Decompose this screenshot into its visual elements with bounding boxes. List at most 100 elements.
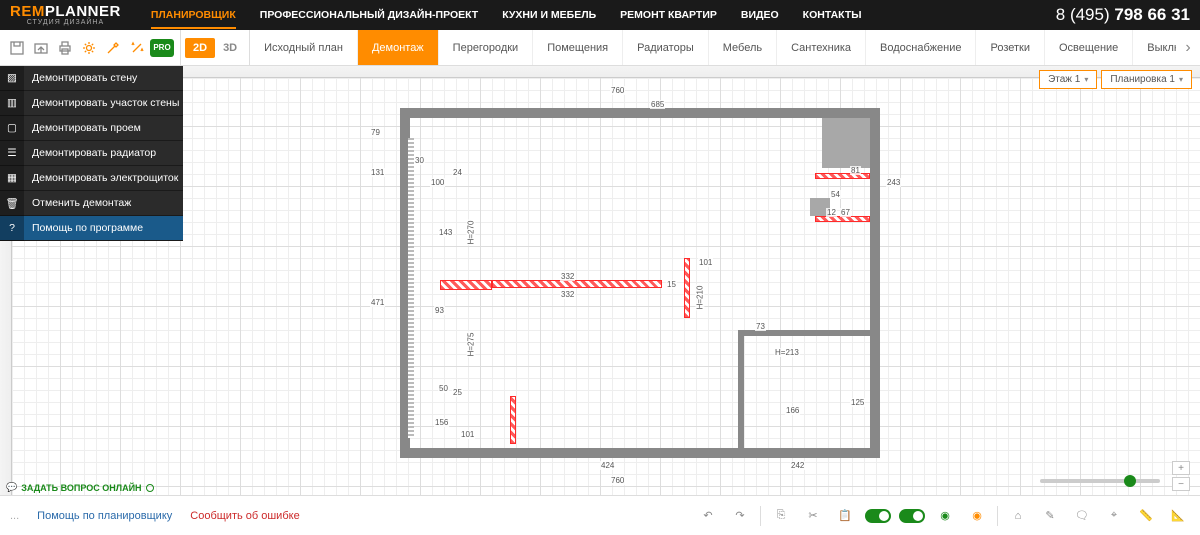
toggle-2[interactable] [899, 509, 925, 523]
tab-water[interactable]: Водоснабжение [866, 30, 976, 65]
nav-video[interactable]: ВИДЕО [741, 9, 779, 21]
tool-demolish-panel[interactable]: ▦Демонтировать электрощиток [0, 166, 183, 191]
zoom-slider[interactable] [1040, 479, 1160, 483]
zoom-slider-thumb[interactable] [1124, 475, 1136, 487]
dim-25: 25 [452, 388, 463, 397]
radiator-icon: ☰ [0, 141, 24, 166]
phone-number[interactable]: 8 (495) 798 66 31 [1056, 5, 1190, 25]
tab-radiators[interactable]: Радиаторы [623, 30, 709, 65]
ruler-icon[interactable]: 📏 [1134, 504, 1158, 528]
settings-icon[interactable] [78, 37, 100, 59]
bottom-links: ... Помощь по планировщику Сообщить об о… [10, 510, 300, 522]
tool-demolish-wall-part[interactable]: ▥Демонтировать участок стены [0, 91, 183, 116]
tool-demolish-opening[interactable]: ▢Демонтировать проем [0, 116, 183, 141]
tab-sockets[interactable]: Розетки [976, 30, 1045, 65]
open-icon[interactable] [30, 37, 52, 59]
dim-332a: 332 [560, 272, 575, 281]
magic-icon[interactable] [126, 37, 148, 59]
wall-right [870, 108, 880, 458]
dim-243: 243 [886, 178, 901, 187]
redo-icon[interactable]: ↷ [728, 504, 752, 528]
dim-760-bottom: 760 [610, 476, 625, 485]
tab-rooms[interactable]: Помещения [533, 30, 623, 65]
help-icon: ? [0, 216, 24, 241]
print-icon[interactable] [54, 37, 76, 59]
tab-plumbing[interactable]: Сантехника [777, 30, 866, 65]
demolition-segment-3[interactable] [684, 258, 690, 318]
tool-undo-demolition[interactable]: 🗑Отменить демонтаж [0, 191, 183, 216]
target-icon[interactable]: ⌖ [1102, 504, 1126, 528]
demolition-segment-1[interactable] [440, 280, 492, 290]
zoom-out[interactable]: − [1172, 477, 1190, 491]
nav-kitchen[interactable]: КУХНИ И МЕБЕЛЬ [502, 9, 596, 21]
demolition-segment-2[interactable] [492, 280, 662, 288]
home-icon[interactable]: ⌂ [1006, 504, 1030, 528]
online-chat-link[interactable]: 💬 ЗАДАТЬ ВОПРОС ОНЛАЙН [6, 482, 154, 493]
column-tr [822, 118, 870, 168]
nav-renovation[interactable]: РЕМОНТ КВАРТИР [620, 9, 717, 21]
dim-73: 73 [755, 322, 766, 331]
top-nav: REMPLANNER СТУДИЯ ДИЗАЙНА ПЛАНИРОВЩИК ПР… [0, 0, 1200, 30]
layout-dropdown[interactable]: Планировка 1 [1101, 70, 1192, 89]
save-icon[interactable] [6, 37, 28, 59]
panel-icon: ▦ [0, 166, 24, 191]
tab-lighting[interactable]: Освещение [1045, 30, 1133, 65]
dim-15: 15 [666, 280, 677, 289]
dim-12: 12 [826, 208, 837, 217]
main-nav: ПЛАНИРОВЩИК ПРОФЕССИОНАЛЬНЫЙ ДИЗАЙН-ПРОЕ… [151, 9, 862, 21]
dim-156: 156 [434, 418, 449, 427]
bottom-more[interactable]: ... [10, 510, 19, 522]
bottom-help-link[interactable]: Помощь по планировщику [37, 510, 172, 522]
dim-h270: H=270 [466, 220, 475, 246]
dim-125: 125 [850, 398, 865, 407]
dim-471: 471 [370, 298, 385, 307]
tabs-scroll-right[interactable]: › [1176, 30, 1200, 65]
toggle-1[interactable] [865, 509, 891, 523]
dim-h213: H=213 [774, 348, 800, 357]
tab-switches[interactable]: Выключатели [1133, 30, 1176, 65]
logo[interactable]: REMPLANNER СТУДИЯ ДИЗАЙНА [10, 4, 121, 26]
floor-dropdown[interactable]: Этаж 1 [1039, 70, 1097, 89]
bottom-toolbar: ↶ ↷ ⎘ ✂ 📋 ◉ ◉ ⌂ ✎ 🗨 ⌖ 📏 📐 [696, 504, 1190, 528]
tab-furniture[interactable]: Мебель [709, 30, 777, 65]
tool-demolish-wall[interactable]: ▨Демонтировать стену [0, 66, 183, 91]
view-2d[interactable]: 2D [185, 38, 215, 58]
pro-badge[interactable]: PRO [150, 39, 174, 57]
dim-424: 424 [600, 461, 615, 470]
tool-demolish-radiator[interactable]: ☰Демонтировать радиатор [0, 141, 183, 166]
tab-demolition[interactable]: Демонтаж [358, 30, 439, 65]
dim-93: 93 [434, 306, 445, 315]
view-toggle: 2D 3D [181, 30, 250, 65]
demolition-segment-4[interactable] [815, 173, 870, 179]
comment-icon[interactable]: 🗨 [1070, 504, 1094, 528]
opt-icon-1[interactable]: ◉ [933, 504, 957, 528]
tools-icon[interactable] [102, 37, 124, 59]
dim-101r: 101 [698, 258, 713, 267]
bottom-report-link[interactable]: Сообщить об ошибке [190, 510, 299, 522]
dim-79: 79 [370, 128, 381, 137]
copy-icon[interactable]: ⎘ [769, 504, 793, 528]
opt-icon-2[interactable]: ◉ [965, 504, 989, 528]
top-right-dropdowns: Этаж 1 Планировка 1 [1039, 70, 1192, 89]
nav-planner[interactable]: ПЛАНИРОВЩИК [151, 9, 236, 21]
nav-contacts[interactable]: КОНТАКТЫ [803, 9, 862, 21]
nav-design-project[interactable]: ПРОФЕССИОНАЛЬНЫЙ ДИЗАЙН-ПРОЕКТ [260, 9, 478, 21]
online-status-dot [146, 484, 154, 492]
dim-50: 50 [438, 384, 449, 393]
zoom-in[interactable]: + [1172, 461, 1190, 475]
undo-icon[interactable]: ↶ [696, 504, 720, 528]
tab-partitions[interactable]: Перегородки [439, 30, 534, 65]
demolition-segment-6[interactable] [510, 396, 516, 444]
tool-help[interactable]: ?Помощь по программе [0, 216, 183, 241]
cut-icon[interactable]: ✂ [801, 504, 825, 528]
pen-icon[interactable]: ✎ [1038, 504, 1062, 528]
paste-icon[interactable]: 📋 [833, 504, 857, 528]
dim-h210: H=210 [695, 285, 704, 311]
ruler2-icon[interactable]: 📐 [1166, 504, 1190, 528]
dim-h275: H=275 [466, 332, 475, 358]
tab-original-plan[interactable]: Исходный план [250, 30, 358, 65]
floor-plan[interactable]: 760 685 79 131 471 30 100 24 143 H=270 9… [330, 78, 880, 483]
view-3d[interactable]: 3D [215, 38, 245, 58]
dim-100: 100 [430, 178, 445, 187]
dim-131: 131 [370, 168, 385, 177]
